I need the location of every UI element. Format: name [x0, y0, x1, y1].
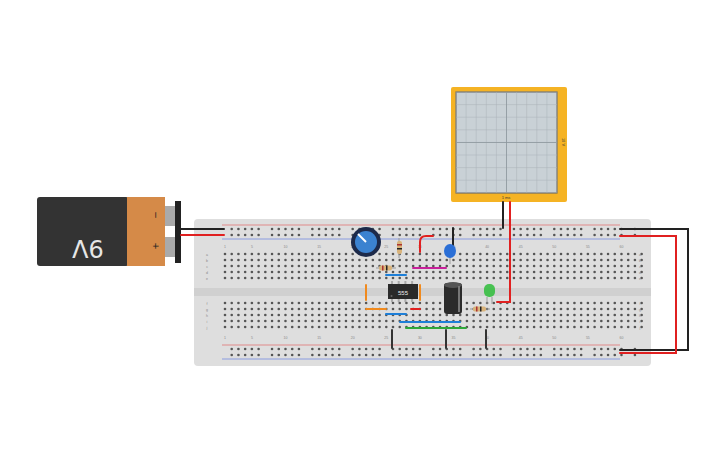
column-number: 5: [251, 245, 253, 249]
row-letter: a: [639, 253, 641, 257]
row-letter: b: [639, 259, 641, 263]
wire[interactable]: [502, 202, 504, 228]
row-letter: c: [206, 265, 208, 269]
row-letter: j: [206, 326, 208, 330]
row-letter: h: [206, 314, 208, 318]
battery[interactable]: 9V − +: [37, 197, 181, 266]
column-number: 50: [552, 336, 556, 340]
wire[interactable]: [400, 321, 460, 323]
volt-scale-label: 10 V: [561, 138, 566, 147]
oscilloscope[interactable]: 1 ms 10 V: [451, 87, 567, 202]
row-letter: b: [206, 259, 208, 263]
column-number: 10: [284, 245, 288, 249]
row-letter: f: [640, 302, 641, 306]
column-number: 45: [519, 245, 523, 249]
column-number: 40: [485, 245, 489, 249]
wire[interactable]: [181, 228, 224, 230]
column-number: 45: [519, 336, 523, 340]
wire[interactable]: [386, 274, 406, 276]
row-letter: g: [206, 308, 208, 312]
column-number: 10: [284, 336, 288, 340]
wire[interactable]: [365, 285, 367, 300]
wire[interactable]: [497, 202, 510, 302]
wire[interactable]: [406, 327, 466, 329]
row-letter: a: [206, 253, 208, 257]
battery-plus-label: +: [151, 242, 161, 250]
wire[interactable]: [452, 228, 454, 245]
wire[interactable]: [420, 236, 433, 252]
time-scale-label: 1 ms: [502, 195, 511, 200]
wire[interactable]: [485, 330, 487, 348]
battery-minus-label: −: [151, 211, 161, 219]
circuit-scene: 1510152025303540455055601510152025303540…: [0, 0, 725, 453]
resistor[interactable]: [397, 238, 402, 258]
row-letter: d: [206, 271, 208, 275]
wire[interactable]: [391, 330, 393, 348]
column-number: 25: [384, 245, 388, 249]
wire[interactable]: [413, 267, 446, 269]
row-letter: g: [639, 308, 641, 312]
circuit-canvas: 1510152025303540455055601510152025303540…: [0, 0, 725, 453]
column-number: 1: [224, 336, 226, 340]
column-number: 15: [317, 336, 321, 340]
wire[interactable]: [366, 308, 386, 310]
row-letter: d: [639, 271, 641, 275]
row-letter: i: [207, 320, 208, 324]
electrolytic-capacitor[interactable]: [444, 282, 462, 314]
breadboard[interactable]: 1510152025303540455055601510152025303540…: [194, 219, 651, 366]
row-letter: f: [207, 302, 208, 306]
wire[interactable]: [181, 234, 224, 236]
row-letter: h: [639, 314, 641, 318]
wire[interactable]: [620, 229, 688, 350]
wire[interactable]: [386, 313, 406, 315]
timer-chip[interactable]: 555: [388, 281, 418, 302]
column-number: 5: [251, 336, 253, 340]
row-letter: e: [639, 277, 641, 281]
wire[interactable]: [411, 308, 420, 310]
column-number: 1: [224, 245, 226, 249]
row-letter: c: [639, 265, 641, 269]
column-number: 15: [317, 245, 321, 249]
potentiometer[interactable]: [351, 227, 381, 257]
resistor[interactable]: [470, 307, 490, 312]
ceramic-capacitor[interactable]: [444, 244, 456, 264]
column-number: 60: [620, 245, 624, 249]
wire[interactable]: [419, 285, 421, 300]
column-number: 20: [351, 336, 355, 340]
column-number: 60: [620, 336, 624, 340]
resistor[interactable]: [376, 266, 396, 271]
wire[interactable]: [620, 236, 676, 353]
column-number: 35: [452, 336, 456, 340]
column-number: 50: [552, 245, 556, 249]
row-letter: e: [206, 277, 208, 281]
column-number: 55: [586, 245, 590, 249]
column-number: 30: [418, 336, 422, 340]
battery-label: 9V: [72, 234, 104, 262]
led[interactable]: [484, 284, 495, 304]
wire[interactable]: [445, 330, 447, 348]
column-number: 55: [586, 336, 590, 340]
column-number: 25: [384, 336, 388, 340]
chip-label: 555: [398, 290, 409, 296]
row-letter: j: [639, 326, 641, 330]
row-letter: i: [640, 320, 641, 324]
